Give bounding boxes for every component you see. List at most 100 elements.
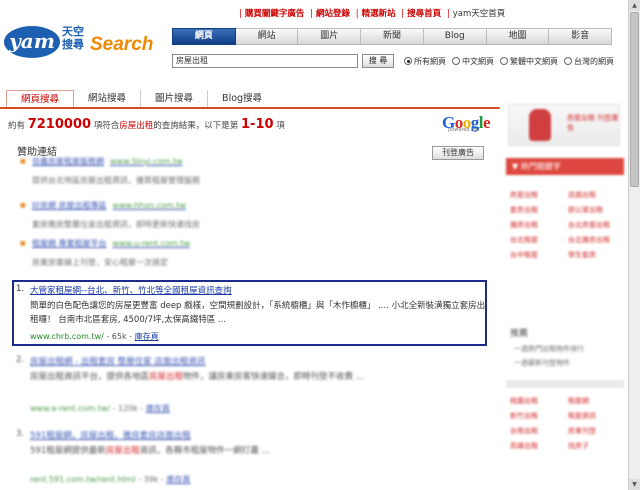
sidebar-link[interactable]: 房屋出租 (510, 190, 538, 200)
sponsored-desc: 套房雅房整層住家出租資訊，即時更新快速找房 (32, 220, 200, 229)
search-row: 房屋出租 搜 尋 所有網頁 中文網頁 繁體中文網頁 台灣的網頁 (172, 54, 614, 68)
sidebar-link[interactable]: 找房子 (568, 441, 596, 451)
radio-label: 台灣的網頁 (574, 56, 614, 66)
sidebar-link[interactable]: 桃園出租 (510, 396, 538, 406)
result-size: - 65k - (106, 332, 133, 341)
radio-traditional-chinese[interactable]: 繁體中文網頁 (500, 56, 558, 67)
sidebar-link[interactable]: 台北雅房出租 (568, 235, 610, 245)
tab-images[interactable]: 圖片 (298, 28, 362, 45)
sidebar-links-col2: 店面出租 辦公室出租 台北房屋出租 台北雅房出租 學生套房 (568, 190, 610, 265)
sidebar-link[interactable]: 學生套房 (568, 250, 610, 260)
radio-all-pages[interactable]: 所有網頁 (404, 56, 446, 67)
sidebar-link[interactable]: 租屋網 (568, 396, 596, 406)
sponsored-title[interactable]: 好房網 房屋出租專區 www.hhon.com.tw (32, 200, 186, 211)
sidebar-link[interactable]: 房東刊登 (568, 426, 596, 436)
result-url-line: rent.591.com.tw/rent.html - 39k - 庫存頁 (30, 475, 191, 484)
result-title-link[interactable]: 大管家租屋網--台北、新竹、竹北等全國租屋資訊查詢 (30, 284, 232, 296)
result-url-line: www.chrb.com.tw/ - 65k - 庫存頁 (30, 331, 159, 342)
result-tab-blog[interactable]: Blog搜尋 (208, 90, 276, 108)
result-desc: 591租屋網提供最新房屋出租資訊，各縣市租屋物件一網打盡 ... (30, 446, 270, 456)
result-tab-web[interactable]: 網頁搜尋 (6, 90, 75, 108)
search-input[interactable]: 房屋出租 (172, 54, 358, 68)
tab-video[interactable]: 影音 (549, 28, 613, 45)
bullet-icon: ■ (20, 158, 26, 165)
sponsored-title[interactable]: 信義房屋租屋服務網 www.Sinyi.com.tw (32, 156, 183, 167)
language-filter: 所有網頁 中文網頁 繁體中文網頁 台灣的網頁 (404, 56, 614, 67)
radio-chinese-pages[interactable]: 中文網頁 (452, 56, 494, 67)
sidebar-links-col1b: 桃園出租 新竹出租 台南出租 高雄出租 (510, 396, 538, 456)
count-number: 7210000 (27, 117, 92, 132)
sidebar-link[interactable]: 店面出租 (568, 190, 610, 200)
sidebar-link[interactable]: 台北租屋 (510, 235, 538, 245)
tab-sites[interactable]: 網站 (235, 28, 299, 45)
scroll-thumb[interactable] (630, 12, 639, 187)
count-range: 1-10 (241, 117, 274, 132)
link-yam-home[interactable]: yam天空首頁 (453, 9, 506, 19)
result-tabs: 網頁搜尋 網站搜尋 圖片搜尋 Blog搜尋 (6, 90, 276, 108)
sidebar-link[interactable]: 租屋資訊 (568, 411, 596, 421)
result-number: 2. (16, 355, 25, 365)
count-mid2: 的查詢結果，以下是第 (153, 121, 239, 131)
sidebar-link[interactable]: 台南出租 (510, 426, 538, 436)
buy-ad-button[interactable]: 刊登廣告 (432, 146, 484, 160)
link-buy-keyword-ads[interactable]: 購買關鍵字廣告 (245, 9, 305, 19)
mascot-figure (529, 109, 551, 141)
sidebar-link[interactable]: 套房出租 (510, 205, 538, 215)
scroll-up-icon[interactable]: ▲ (629, 0, 640, 11)
sidebar-links-col1: 房屋出租 套房出租 雅房出租 台北租屋 台中租屋 (510, 190, 538, 265)
result-desc: 簡單的白色配色讓您的房屋更豐富 deep 戲樣，空間規劃設計，「系統櫥櫃」與「木… (30, 301, 486, 325)
tab-web[interactable]: 網頁 (172, 28, 236, 45)
link-search-home[interactable]: 搜尋首頁 (407, 9, 441, 19)
sidebar-section-title: 推薦 (510, 329, 529, 339)
link-site-register[interactable]: 網站登錄 (316, 9, 350, 19)
sponsored-url: www.Sinyi.com.tw (110, 157, 183, 166)
cache-link[interactable]: 庫存頁 (135, 332, 159, 341)
vertical-scrollbar[interactable]: ▲ ▼ (628, 0, 640, 490)
sidebar-link[interactable]: 雅房出租 (510, 220, 538, 230)
sidebar-divider (506, 380, 624, 388)
yam-search-logo[interactable]: yam 天空 搜尋 Search (4, 22, 154, 66)
bullet-icon: ■ (20, 202, 26, 209)
sidebar-link[interactable]: 台北房屋出租 (568, 220, 610, 230)
radio-label: 所有網頁 (414, 56, 446, 66)
sidebar-small-link[interactable]: 一週熱門出租物件排行 (514, 344, 584, 354)
radio-label: 中文網頁 (462, 56, 494, 66)
scroll-down-icon[interactable]: ▼ (629, 479, 640, 490)
logo-cn-line2: 搜尋 (62, 38, 84, 51)
result-tab-sites[interactable]: 網站搜尋 (74, 90, 142, 108)
radio-label: 繁體中文網頁 (510, 56, 558, 66)
sidebar-link[interactable]: 新竹出租 (510, 411, 538, 421)
count-prefix: 約有 (8, 121, 26, 131)
right-sidebar: 房屋出租 刊登廣告 ▼ 熱門關鍵字 房屋出租 套房出租 雅房出租 台北租屋 台中… (500, 96, 628, 490)
radio-empty-icon (564, 57, 572, 65)
radio-taiwan-pages[interactable]: 台灣的網頁 (564, 56, 614, 67)
sidebar-small-link[interactable]: 一週最新刊登物件 (514, 358, 570, 368)
radio-empty-icon (500, 57, 508, 65)
cache-link[interactable]: 庫存頁 (166, 475, 190, 484)
search-button[interactable]: 搜 尋 (362, 54, 394, 68)
cache-link[interactable]: 庫存頁 (146, 404, 170, 413)
sponsored-title[interactable]: 租屋網 專業租屋平台 www.u-rent.com.tw (32, 238, 190, 249)
result-desc: 房屋出租資訊平台，提供各地區房屋出租物件，讓房東房客快速媒合，即時刊登不收費 .… (30, 372, 364, 382)
result-title-link[interactable]: 591租屋網，房屋出租，雅房套房店面出租 (30, 429, 191, 441)
count-query: 房屋出租 (119, 121, 154, 131)
sidebar-link[interactable]: 台中租屋 (510, 250, 538, 260)
sidebar-link[interactable]: 高雄出租 (510, 441, 538, 451)
sidebar-link[interactable]: 辦公室出租 (568, 205, 610, 215)
sidebar-header: ▼ 熱門關鍵字 (506, 158, 624, 175)
tab-blog[interactable]: Blog (423, 28, 487, 45)
bullet-icon: ■ (20, 240, 26, 247)
result-tab-images[interactable]: 圖片搜尋 (141, 90, 209, 108)
sponsored-url: www.hhon.com.tw (112, 201, 186, 210)
banner-text: 房屋出租 刊登廣告 (567, 114, 619, 132)
sidebar-banner[interactable]: 房屋出租 刊登廣告 (508, 104, 620, 146)
radio-selected-icon (404, 57, 412, 65)
result-title-link[interactable]: 房屋出租網 - 出租套房 整層住家 店面出租資訊 (30, 355, 205, 367)
tab-news[interactable]: 新聞 (361, 28, 424, 45)
sponsored-desc: 提供台北地區房屋出租資訊，優質租屋管理服務 (32, 176, 200, 185)
result-url: www.chrb.com.tw/ (30, 332, 104, 341)
sponsored-url: www.u-rent.com.tw (112, 239, 191, 248)
result-tabs-divider (0, 107, 500, 109)
tab-maps[interactable]: 地圖 (486, 28, 550, 45)
link-featured-sites[interactable]: 精選新站 (362, 9, 396, 19)
